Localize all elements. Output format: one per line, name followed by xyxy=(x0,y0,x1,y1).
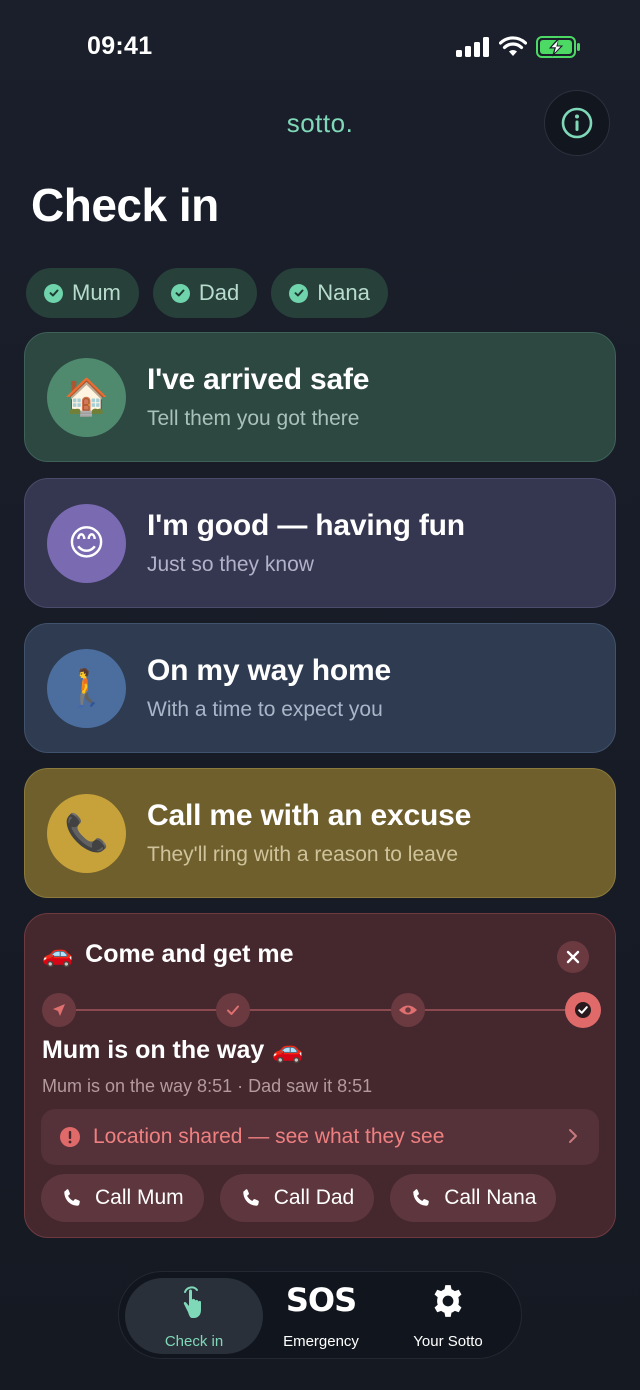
gear-icon xyxy=(379,1282,517,1320)
car-icon: 🚗 xyxy=(272,1036,304,1064)
check-icon xyxy=(44,283,63,303)
phone-icon xyxy=(64,1189,80,1206)
phone-icon xyxy=(242,1189,259,1206)
call-buttons: Call Mum Call Dad Call Nana xyxy=(41,1174,557,1222)
im-good-card[interactable]: 😊 I'm good — having fun Just so they kno… xyxy=(24,478,616,608)
phone-icon: 📞 xyxy=(47,793,126,873)
tab-label: Check in xyxy=(164,1333,224,1350)
chip-label: Mum xyxy=(72,280,121,305)
tab-check-in[interactable]: Check in xyxy=(125,1278,263,1354)
rescue-status: Mum is on the way 🚗 xyxy=(42,1036,303,1065)
info-icon xyxy=(561,107,593,139)
come-and-get-me-panel: 🚗 Come and get me Mum is on the way 🚗 Mu… xyxy=(24,913,616,1238)
call-dad-button[interactable]: Call Dad xyxy=(219,1174,375,1222)
walking-person-icon: 🚶 xyxy=(47,648,126,728)
tap-hand-icon xyxy=(125,1282,263,1322)
house-icon: 🏠 xyxy=(47,357,126,437)
card-title: I've arrived safe xyxy=(147,363,370,396)
progress-tracker xyxy=(41,992,601,1028)
check-icon xyxy=(170,283,190,303)
tab-emergency[interactable]: SOS Emergency xyxy=(252,1278,390,1354)
arrived-safe-card[interactable]: 🏠 I've arrived safe Tell them you got th… xyxy=(24,332,616,462)
step-sent xyxy=(42,993,76,1027)
car-icon: 🚗 xyxy=(42,940,74,968)
chip-nana[interactable]: Nana xyxy=(271,268,388,318)
page-title: Check in xyxy=(31,179,219,231)
rescue-title: Come and get me xyxy=(85,940,294,968)
card-title: Call me with an excuse xyxy=(147,799,472,832)
status-time: 09:41 xyxy=(87,32,153,60)
card-title: On my way home xyxy=(147,654,391,687)
step-on-the-way xyxy=(565,992,601,1028)
smiley-icon: 😊 xyxy=(47,503,126,583)
progress-line xyxy=(59,1009,583,1011)
recipient-chips: Mum Dad Nana xyxy=(26,268,388,318)
card-subtitle: They'll ring with a reason to leave xyxy=(147,843,459,866)
status-text: Mum is on the way xyxy=(42,1036,265,1064)
alert-pin-icon xyxy=(60,1127,80,1147)
call-label: Call Nana xyxy=(444,1186,537,1209)
step-seen xyxy=(391,993,425,1027)
location-label: Location shared — see what they see xyxy=(93,1125,445,1148)
call-nana-button[interactable]: Call Nana xyxy=(390,1174,557,1222)
call-mum-button[interactable]: Call Mum xyxy=(41,1174,204,1222)
sos-icon: SOS xyxy=(285,1281,357,1319)
on-my-way-home-card[interactable]: 🚶 On my way home With a time to expect y… xyxy=(24,623,616,753)
check-icon xyxy=(289,283,309,303)
tab-label: Emergency xyxy=(283,1333,359,1350)
send-arrow-icon xyxy=(53,1004,65,1016)
tab-label: Your Sotto xyxy=(413,1333,483,1350)
card-title: I'm good — having fun xyxy=(147,509,465,542)
call-label: Call Mum xyxy=(95,1186,184,1209)
step-delivered xyxy=(216,993,250,1027)
cellular-signal-icon xyxy=(456,37,489,57)
card-subtitle: With a time to expect you xyxy=(147,698,383,721)
chip-label: Dad xyxy=(198,280,240,305)
info-button[interactable] xyxy=(544,90,610,156)
eye-icon xyxy=(399,1005,417,1015)
call-excuse-card[interactable]: 📞 Call me with an excuse They'll ring wi… xyxy=(24,768,616,898)
battery-charging-icon xyxy=(536,36,580,58)
rescue-meta: Mum is on the way 8:51 · Dad saw it 8:51 xyxy=(42,1076,373,1096)
location-shared-link[interactable]: Location shared — see what they see xyxy=(41,1109,599,1165)
close-button[interactable] xyxy=(557,941,589,973)
status-icons xyxy=(456,36,582,58)
card-subtitle: Tell them you got there xyxy=(147,407,360,430)
chevron-right-icon xyxy=(569,1129,577,1143)
phone-icon xyxy=(413,1189,430,1206)
check-icon xyxy=(227,1005,239,1015)
chip-dad[interactable]: Dad xyxy=(152,268,258,318)
call-label: Call Dad xyxy=(273,1186,355,1209)
tab-bar: Check in SOS Emergency Your Sotto xyxy=(118,1271,522,1359)
rescue-header: 🚗 Come and get me xyxy=(42,940,294,969)
tab-your-sotto[interactable]: Your Sotto xyxy=(379,1278,517,1354)
chip-mum[interactable]: Mum xyxy=(26,268,139,318)
chip-label: Nana xyxy=(317,280,370,305)
check-circle-icon xyxy=(575,1002,591,1018)
close-icon xyxy=(566,950,580,964)
wifi-icon xyxy=(499,36,527,56)
card-subtitle: Just so they know xyxy=(147,553,314,576)
